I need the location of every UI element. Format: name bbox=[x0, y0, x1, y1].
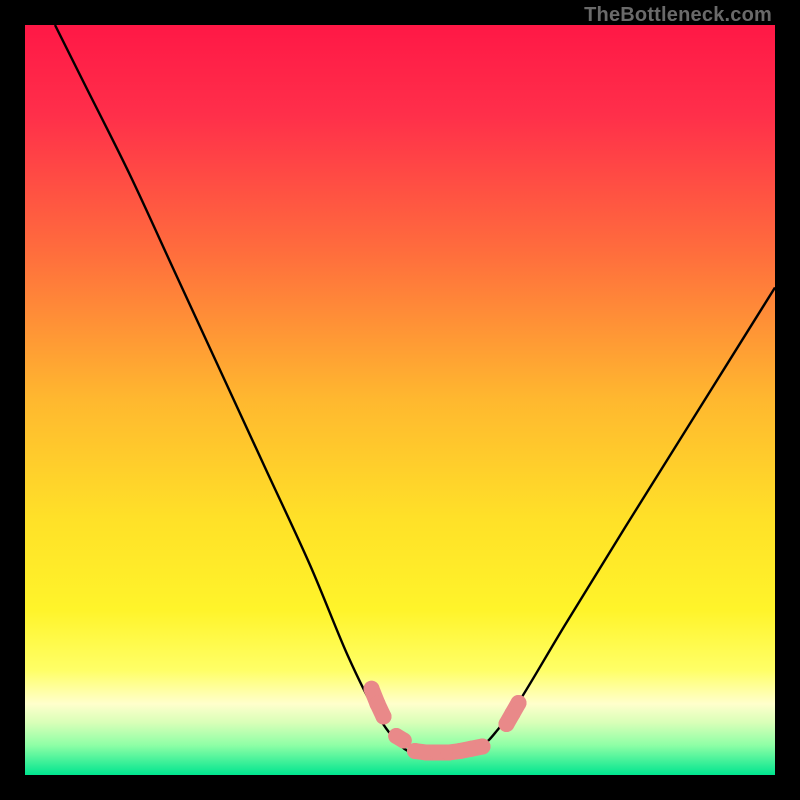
bottleneck-chart bbox=[25, 25, 775, 775]
watermark-text: TheBottleneck.com bbox=[584, 4, 772, 27]
marker-dot bbox=[475, 739, 491, 755]
marker-dot bbox=[376, 709, 392, 725]
plot-area bbox=[25, 25, 775, 775]
gradient-background bbox=[25, 25, 775, 775]
marker-dot bbox=[364, 681, 380, 697]
marker-dot bbox=[511, 695, 527, 711]
outer-black-frame: TheBottleneck.com bbox=[0, 0, 800, 800]
